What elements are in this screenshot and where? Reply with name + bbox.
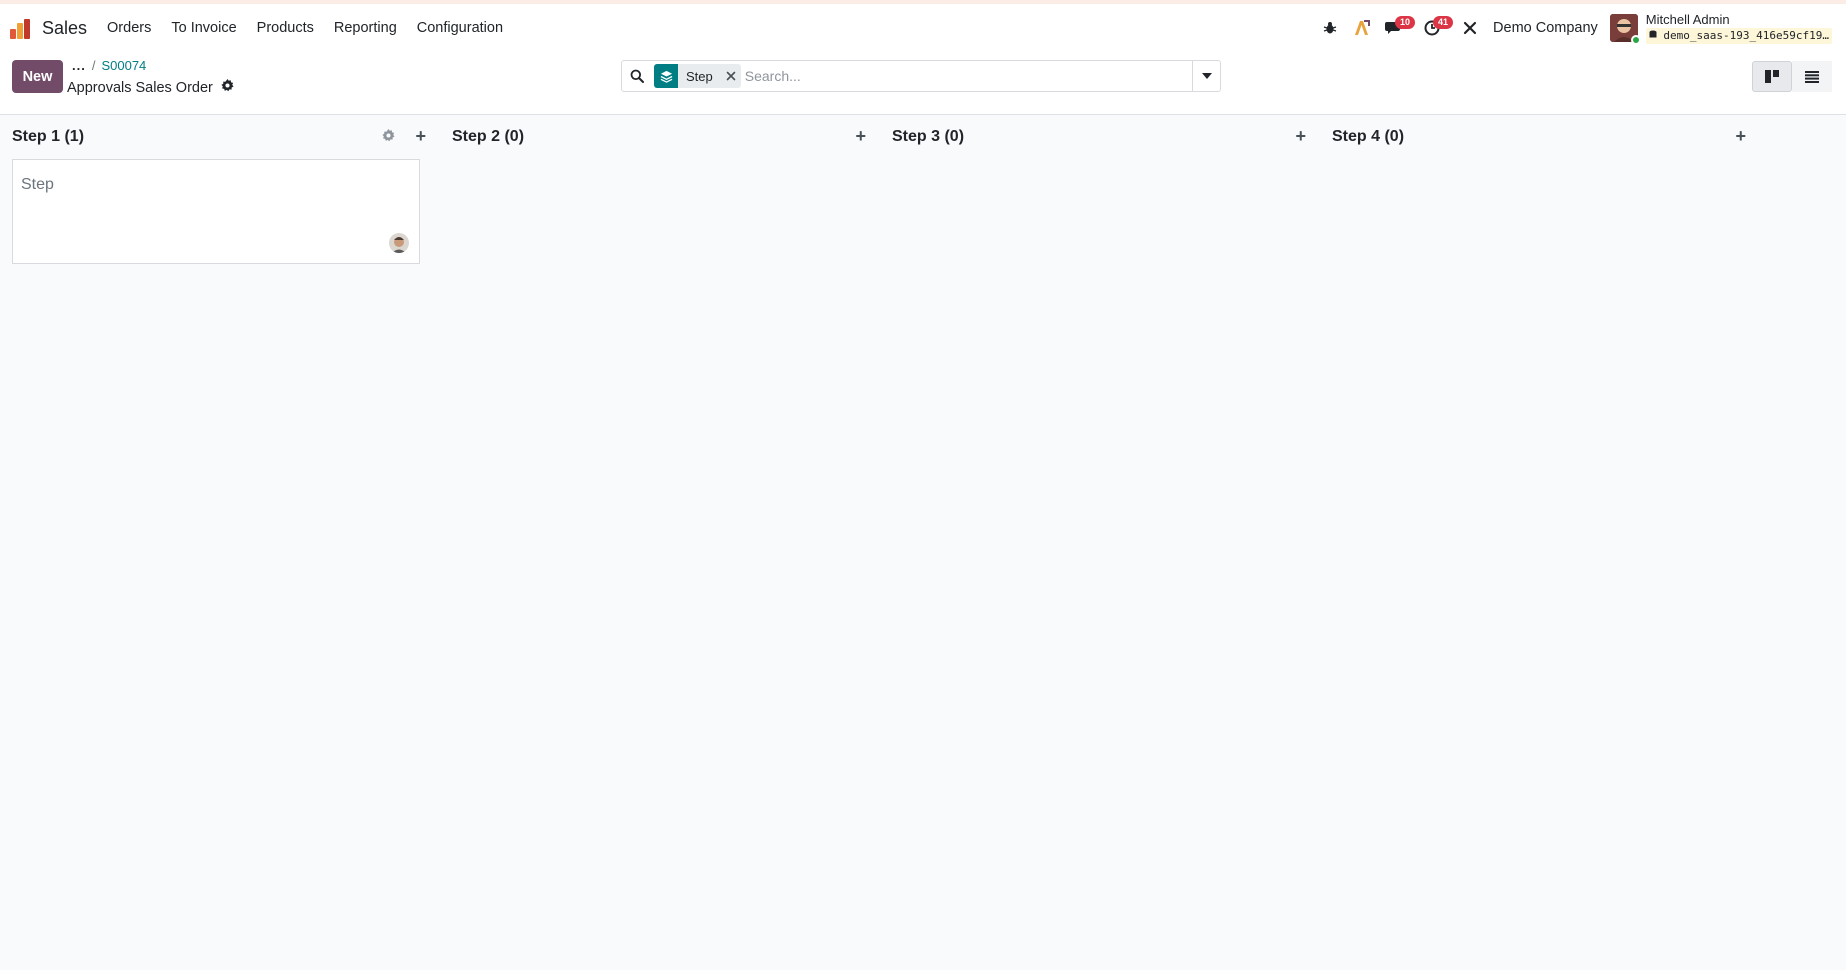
breadcrumb-collapsed[interactable]: ...: [72, 58, 86, 73]
breadcrumb-separator: /: [91, 58, 96, 73]
search-icon[interactable]: [622, 61, 652, 91]
online-status-dot: [1630, 35, 1641, 45]
activities-badge: 41: [1433, 16, 1454, 29]
view-switcher: [1752, 61, 1832, 92]
systray: 10 41 Demo Company Mitchell Admin demo_s…: [1313, 4, 1832, 52]
tools-icon[interactable]: [1455, 13, 1485, 43]
facet-remove-close-icon[interactable]: [720, 64, 741, 88]
debug-bug-icon[interactable]: [1315, 13, 1345, 43]
kanban-board: Step 1 (1) + Step Step 2 (0) + Step 3 (0…: [0, 115, 1846, 970]
breadcrumb-record-link[interactable]: S00074: [101, 58, 146, 73]
menu-products[interactable]: Products: [257, 20, 314, 36]
facet-value: Step: [678, 64, 721, 88]
column-add-plus-icon[interactable]: +: [855, 127, 866, 145]
kanban-column: Step 4 (0) +: [1332, 115, 1752, 159]
user-name: Mitchell Admin: [1645, 12, 1730, 27]
menu-orders[interactable]: Orders: [107, 20, 151, 36]
user-avatar[interactable]: [1609, 14, 1641, 45]
kanban-column: Step 1 (1) + Step: [12, 115, 432, 264]
layers-icon: [654, 64, 678, 88]
messages-badge: 10: [1395, 16, 1416, 29]
company-switcher[interactable]: Demo Company: [1493, 20, 1598, 36]
control-panel: New ... / S00074 Approvals Sales Order S…: [0, 52, 1846, 115]
activities-clock-icon[interactable]: 41: [1417, 13, 1454, 43]
new-button[interactable]: New: [12, 60, 63, 93]
search-input[interactable]: [740, 62, 1192, 90]
column-title[interactable]: Step 3 (0): [892, 128, 964, 146]
page-title-row: Approvals Sales Order: [67, 79, 234, 96]
card-title: Step: [21, 176, 54, 193]
menu-to-invoice[interactable]: To Invoice: [171, 20, 236, 36]
kanban-view-icon[interactable]: [1752, 61, 1792, 92]
ai-assistant-icon[interactable]: [1347, 13, 1377, 43]
column-header: Step 3 (0) +: [892, 115, 1312, 159]
column-add-plus-icon[interactable]: +: [1295, 127, 1306, 145]
column-header: Step 4 (0) +: [1332, 115, 1752, 159]
gear-icon[interactable]: [221, 79, 234, 96]
column-header: Step 1 (1) +: [12, 115, 432, 159]
column-add-plus-icon[interactable]: +: [415, 127, 426, 145]
database-name: demo_saas-193_416e59cf19…: [1645, 28, 1832, 44]
search-facet-groupby: Step: [654, 64, 741, 88]
kanban-column: Step 2 (0) +: [452, 115, 872, 159]
column-header: Step 2 (0) +: [452, 115, 872, 159]
kanban-card[interactable]: Step: [12, 159, 420, 264]
messages-icon[interactable]: 10: [1379, 13, 1416, 43]
breadcrumb: ... / S00074: [72, 58, 146, 73]
user-menu[interactable]: Mitchell Admin demo_saas-193_416e59cf19…: [1645, 12, 1832, 44]
column-title[interactable]: Step 1 (1): [12, 128, 84, 146]
kanban-column: Step 3 (0) +: [892, 115, 1312, 159]
sales-app-icon[interactable]: [10, 17, 32, 39]
search-bar: Step: [621, 60, 1221, 92]
column-add-plus-icon[interactable]: +: [1735, 127, 1746, 145]
page-title: Approvals Sales Order: [67, 79, 213, 96]
database-icon: [1649, 30, 1657, 38]
search-options-caret-down-icon[interactable]: [1192, 61, 1220, 91]
card-user-avatar: [389, 233, 409, 253]
app-name[interactable]: Sales: [42, 18, 87, 39]
column-settings-gear-icon[interactable]: [382, 129, 395, 147]
menu-reporting[interactable]: Reporting: [334, 20, 397, 36]
list-view-icon[interactable]: [1792, 61, 1832, 92]
column-title[interactable]: Step 4 (0): [1332, 128, 1404, 146]
column-title[interactable]: Step 2 (0): [452, 128, 524, 146]
menu-configuration[interactable]: Configuration: [417, 20, 503, 36]
main-navbar: Sales Orders To Invoice Products Reporti…: [0, 4, 1846, 52]
